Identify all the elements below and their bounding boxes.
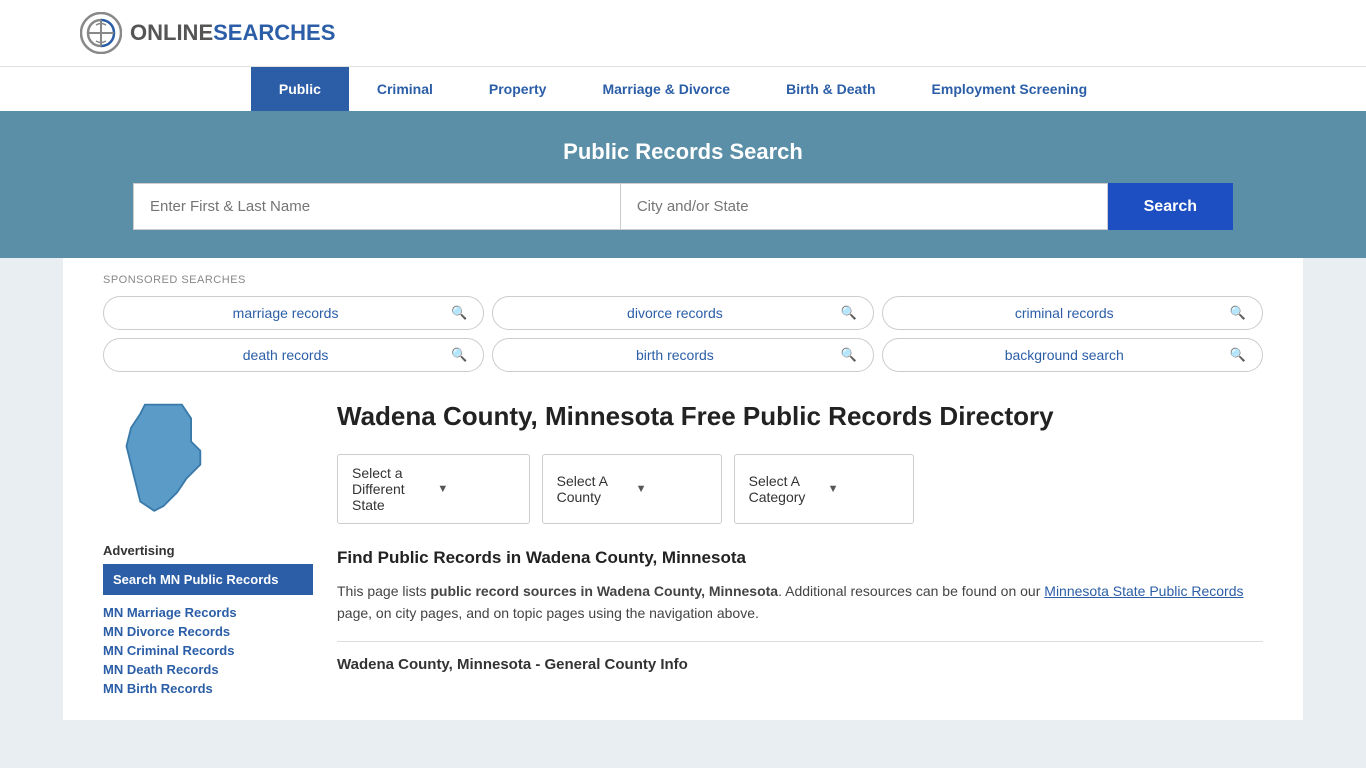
sponsored-label: SPONSORED SEARCHES (103, 274, 1263, 286)
name-input[interactable] (133, 183, 620, 230)
find-heading: Find Public Records in Wadena County, Mi… (337, 548, 1263, 568)
sponsored-item-divorce[interactable]: divorce records 🔍 (492, 296, 873, 330)
chevron-down-icon: ▼ (437, 483, 514, 495)
main-content: Wadena County, Minnesota Free Public Rec… (337, 400, 1263, 700)
main-nav: Public Criminal Property Marriage & Divo… (0, 66, 1366, 111)
nav-criminal[interactable]: Criminal (349, 67, 461, 111)
minnesota-map (103, 400, 233, 520)
logo-text: ONLINESEARCHES (130, 20, 335, 46)
chevron-down-icon-3: ▼ (828, 483, 899, 495)
dropdowns-row: Select a Different State ▼ Select A Coun… (337, 454, 1263, 524)
sponsored-item-marriage[interactable]: marriage records 🔍 (103, 296, 484, 330)
search-icon-background: 🔍 (1230, 347, 1246, 363)
sponsored-item-birth[interactable]: birth records 🔍 (492, 338, 873, 372)
sidebar-ad-box[interactable]: Search MN Public Records (103, 564, 313, 595)
sponsored-link-death[interactable]: death records (120, 347, 451, 363)
main-wrapper: SPONSORED SEARCHES marriage records 🔍 di… (63, 258, 1303, 720)
sidebar-links: MN Marriage Records MN Divorce Records M… (103, 605, 313, 696)
sidebar-ad-label: Advertising (103, 543, 313, 558)
nav-birth-death[interactable]: Birth & Death (758, 67, 903, 111)
chevron-down-icon-2: ▼ (636, 483, 707, 495)
search-icon-divorce: 🔍 (840, 305, 856, 321)
description-text: This page lists public record sources in… (337, 580, 1263, 625)
sidebar-map (103, 400, 313, 523)
sponsored-grid: marriage records 🔍 divorce records 🔍 cri… (103, 296, 1263, 372)
logo[interactable]: ONLINESEARCHES (80, 12, 335, 54)
nav-marriage-divorce[interactable]: Marriage & Divorce (574, 67, 758, 111)
content-area: Advertising Search MN Public Records MN … (103, 380, 1263, 720)
sponsored-item-criminal[interactable]: criminal records 🔍 (882, 296, 1263, 330)
category-dropdown[interactable]: Select A Category ▼ (734, 454, 914, 524)
search-icon-criminal: 🔍 (1230, 305, 1246, 321)
hero-section: Public Records Search Search (0, 111, 1366, 258)
search-icon-marriage: 🔍 (451, 305, 467, 321)
nav-public[interactable]: Public (251, 67, 349, 111)
sponsored-link-criminal[interactable]: criminal records (899, 305, 1230, 321)
sidebar-link-mn-criminal[interactable]: MN Criminal Records (103, 643, 313, 658)
sponsored-link-marriage[interactable]: marriage records (120, 305, 451, 321)
sponsored-section: SPONSORED SEARCHES marriage records 🔍 di… (103, 258, 1263, 380)
search-icon-birth: 🔍 (840, 347, 856, 363)
search-button[interactable]: Search (1108, 183, 1233, 230)
sponsored-link-birth[interactable]: birth records (509, 347, 840, 363)
sponsored-item-background[interactable]: background search 🔍 (882, 338, 1263, 372)
page-title: Wadena County, Minnesota Free Public Rec… (337, 400, 1263, 434)
sponsored-item-death[interactable]: death records 🔍 (103, 338, 484, 372)
sidebar-link-mn-marriage[interactable]: MN Marriage Records (103, 605, 313, 620)
nav-employment[interactable]: Employment Screening (904, 67, 1116, 111)
sponsored-link-background[interactable]: background search (899, 347, 1230, 363)
search-icon-death: 🔍 (451, 347, 467, 363)
sidebar-link-mn-divorce[interactable]: MN Divorce Records (103, 624, 313, 639)
county-info-heading: Wadena County, Minnesota - General Count… (337, 641, 1263, 673)
sidebar: Advertising Search MN Public Records MN … (103, 400, 313, 700)
logo-icon (80, 12, 122, 54)
sponsored-link-divorce[interactable]: divorce records (509, 305, 840, 321)
hero-title: Public Records Search (80, 139, 1286, 165)
location-input[interactable] (620, 183, 1108, 230)
state-dropdown[interactable]: Select a Different State ▼ (337, 454, 530, 524)
nav-property[interactable]: Property (461, 67, 575, 111)
site-header: ONLINESEARCHES (0, 0, 1366, 66)
mn-records-link[interactable]: Minnesota State Public Records (1044, 583, 1243, 599)
sidebar-link-mn-birth[interactable]: MN Birth Records (103, 681, 313, 696)
sidebar-link-mn-death[interactable]: MN Death Records (103, 662, 313, 677)
county-dropdown[interactable]: Select A County ▼ (542, 454, 722, 524)
search-bar: Search (133, 183, 1233, 230)
